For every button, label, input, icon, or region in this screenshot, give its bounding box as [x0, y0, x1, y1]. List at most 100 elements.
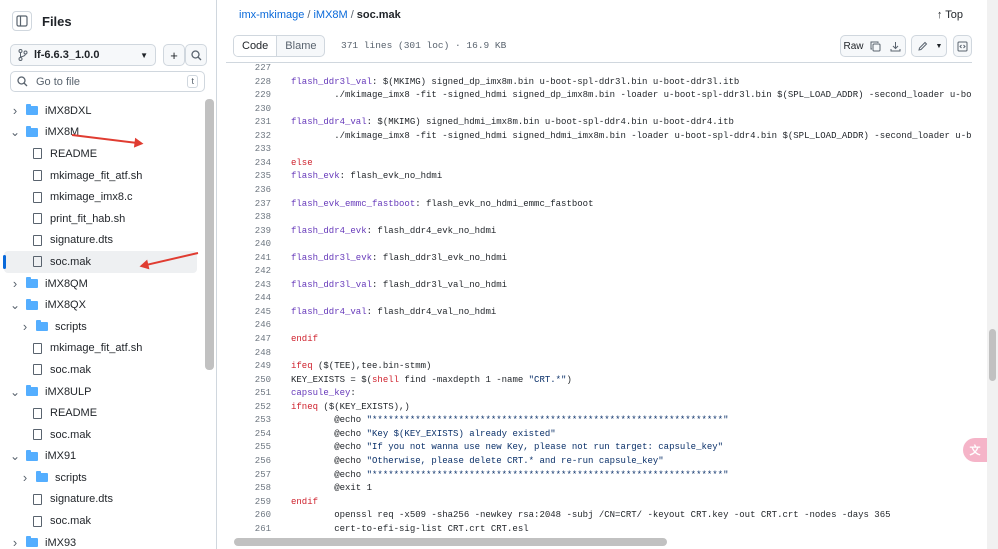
line-number[interactable]: 259: [248, 497, 271, 507]
tree-folder[interactable]: › iMX8DXL: [0, 100, 203, 122]
line-number[interactable]: 252: [248, 402, 271, 412]
line-number[interactable]: 233: [248, 144, 271, 154]
line-number[interactable]: 244: [248, 293, 271, 303]
line-number[interactable]: 245: [248, 307, 271, 317]
tree-item-label: signature.dts: [50, 493, 113, 506]
tree-folder[interactable]: ⌄ iMX8ULP: [0, 381, 203, 403]
edit-options-dropdown[interactable]: ▼: [932, 35, 947, 57]
chevron-right-icon: ›: [12, 275, 18, 291]
edit-button[interactable]: [911, 35, 933, 57]
sidebar-scrollbar[interactable]: [205, 99, 214, 370]
tree-file[interactable]: README: [0, 402, 203, 424]
file-icon: [33, 493, 42, 505]
line-number[interactable]: 257: [248, 470, 271, 480]
line-number[interactable]: 239: [248, 226, 271, 236]
tree-item-label: mkimage_fit_atf.sh: [50, 169, 143, 182]
tree-folder[interactable]: › iMX8QM: [0, 273, 203, 295]
line-number[interactable]: 253: [248, 415, 271, 425]
line-number[interactable]: 229: [248, 90, 271, 100]
breadcrumb-repo-link[interactable]: imx-mkimage: [239, 9, 304, 21]
floating-translate-button[interactable]: 文: [963, 438, 987, 462]
line-number[interactable]: 249: [248, 361, 271, 371]
file-icon: [33, 191, 42, 203]
line-number[interactable]: 240: [248, 239, 271, 249]
line-number[interactable]: 248: [248, 348, 271, 358]
tree-item-label: README: [50, 147, 98, 160]
line-number[interactable]: 235: [248, 171, 271, 181]
line-number[interactable]: 242: [248, 266, 271, 276]
tree-folder[interactable]: › iMX93: [0, 532, 203, 549]
line-number[interactable]: 231: [248, 117, 271, 127]
line-number[interactable]: 255: [248, 442, 271, 452]
tree-file[interactable]: soc.mak: [0, 359, 203, 381]
tree-file[interactable]: soc.mak: [3, 251, 197, 273]
tree-folder[interactable]: › scripts: [0, 467, 203, 489]
tree-file[interactable]: mkimage_imx8.c: [0, 186, 203, 208]
download-button[interactable]: [885, 35, 906, 57]
page-scrollbar-thumb[interactable]: [989, 329, 996, 381]
line-number[interactable]: 238: [248, 212, 271, 222]
code-view[interactable]: 227 228 flash_ddr3l_val: $(MKIMG) signed_d…: [226, 62, 972, 549]
tree-item-label: soc.mak: [50, 363, 91, 376]
line-number[interactable]: 250: [248, 375, 271, 385]
tab-code[interactable]: Code: [234, 36, 278, 56]
tree-folder[interactable]: ⌄ iMX8M: [0, 122, 203, 144]
search-files-button[interactable]: [185, 44, 207, 66]
tree-file[interactable]: mkimage_fit_atf.sh: [0, 338, 203, 360]
tree-file[interactable]: print_fit_hab.sh: [0, 208, 203, 230]
tree-file[interactable]: soc.mak: [0, 510, 203, 532]
line-number[interactable]: 256: [248, 456, 271, 466]
add-file-button[interactable]: +: [163, 44, 185, 66]
tab-blame[interactable]: Blame: [277, 36, 324, 56]
branch-selector[interactable]: lf-6.6.3_1.0.0 ▼: [10, 44, 156, 66]
line-number[interactable]: 246: [248, 320, 271, 330]
line-number[interactable]: 258: [248, 483, 271, 493]
file-icon: [33, 170, 42, 182]
horizontal-scrollbar-thumb[interactable]: [234, 538, 667, 546]
line-number[interactable]: 227: [248, 63, 271, 73]
tree-folder[interactable]: ⌄ iMX91: [0, 446, 203, 468]
tree-folder[interactable]: › scripts: [0, 316, 203, 338]
chevron-down-icon: ⌄: [10, 449, 21, 464]
code-line: cert-to-efi-sig-list CRT.crt CRT.esl: [291, 523, 529, 534]
tree-file[interactable]: signature.dts: [0, 489, 203, 511]
line-number[interactable]: 243: [248, 280, 271, 290]
top-button[interactable]: ↑ Top: [937, 9, 963, 21]
line-number[interactable]: 260: [248, 510, 271, 520]
breadcrumb-dir-link[interactable]: iMX8M: [313, 9, 347, 21]
symbols-panel-icon: [957, 41, 968, 51]
tree-file[interactable]: README: [0, 143, 203, 165]
line-number[interactable]: 251: [248, 388, 271, 398]
folder-icon: [26, 298, 38, 310]
symbols-panel-button[interactable]: [953, 35, 972, 57]
file-icon: [33, 429, 42, 441]
arrow-up-icon: ↑: [936, 9, 943, 21]
tree-item-label: soc.mak: [50, 428, 91, 441]
tree-file[interactable]: soc.mak: [0, 424, 203, 446]
tree-item-label: mkimage_fit_atf.sh: [50, 342, 143, 355]
go-to-file-input[interactable]: Go to file t: [10, 71, 205, 92]
horizontal-scrollbar[interactable]: [230, 538, 971, 546]
tree-folder[interactable]: ⌄ iMX8QX: [0, 294, 203, 316]
line-number[interactable]: 234: [248, 158, 271, 168]
tree-file[interactable]: mkimage_fit_atf.sh: [0, 165, 203, 187]
file-icon: [33, 148, 42, 160]
line-number[interactable]: 228: [248, 77, 271, 87]
line-number[interactable]: 236: [248, 185, 271, 195]
line-number[interactable]: 232: [248, 131, 271, 141]
line-number[interactable]: 237: [248, 199, 271, 209]
line-number[interactable]: 230: [248, 104, 271, 114]
raw-button[interactable]: Raw: [840, 35, 867, 57]
line-number[interactable]: 261: [248, 524, 271, 534]
line-number[interactable]: 254: [248, 429, 271, 439]
copy-raw-button[interactable]: [866, 35, 886, 57]
tree-file[interactable]: signature.dts: [0, 230, 203, 252]
line-number[interactable]: 241: [248, 253, 271, 263]
go-to-file-placeholder: Go to file: [36, 75, 81, 88]
tree-item-label: print_fit_hab.sh: [50, 212, 126, 225]
collapse-sidebar-button[interactable]: [12, 11, 32, 31]
page-scrollbar[interactable]: [987, 0, 998, 549]
chevron-right-icon: ›: [22, 469, 28, 485]
line-number[interactable]: 247: [248, 334, 271, 344]
sidebar-header: Files: [0, 0, 216, 42]
